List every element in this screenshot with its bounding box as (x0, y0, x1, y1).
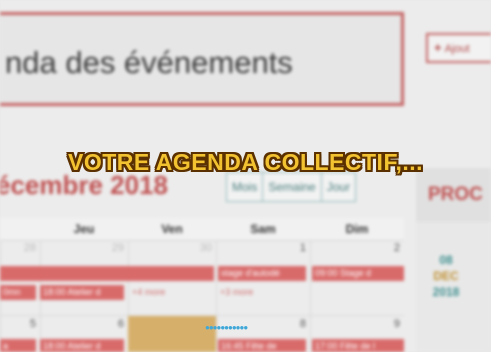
day-header-sat: Sam (216, 218, 310, 241)
day-header-sun: Dim (310, 218, 404, 241)
upcoming-date: 08 DEC 2018 (428, 252, 464, 300)
event-bar[interactable]: a (0, 339, 36, 352)
view-switcher: Mois Semaine Jour (226, 172, 357, 202)
event-bar-multiday[interactable] (0, 266, 214, 281)
more-link[interactable]: +4 more (132, 287, 165, 297)
day-number: 1 (299, 242, 306, 254)
day-number: 28 (23, 242, 36, 254)
loading-dots: ●●●●●●●●●●● (205, 323, 248, 332)
view-week-button[interactable]: Semaine (263, 173, 322, 201)
more-link[interactable]: +3 more (220, 287, 253, 297)
overlay-caption: VOTRE AGENDA COLLECTIF,... (67, 149, 424, 175)
event-bar[interactable]: 18:00 Atelier d (40, 339, 124, 352)
day-header-thu: Jeu (40, 218, 128, 241)
add-event-button[interactable]: + Ajout (426, 33, 491, 63)
day-number: 29 (111, 242, 124, 254)
event-bar[interactable]: 0mn (0, 285, 36, 300)
add-event-label: Ajout (444, 43, 470, 55)
event-bar[interactable]: 17:00 Fête de l (312, 339, 404, 352)
view-day-button[interactable]: Jour (322, 173, 355, 201)
day-number: 2 (393, 242, 400, 254)
day-number: 9 (393, 318, 400, 330)
day-number: 5 (29, 318, 36, 330)
event-bar[interactable]: 16:45 Fête de (218, 339, 306, 352)
day-number: 6 (117, 318, 124, 330)
view-month-button[interactable]: Mois (227, 173, 264, 201)
page-title: nda des événements (5, 45, 293, 80)
upcoming-year: 2018 (432, 285, 460, 299)
day-number: 30 (199, 242, 212, 254)
day-header-fri: Ven (128, 218, 216, 241)
title-card: nda des événements (0, 12, 404, 106)
event-bar[interactable]: 18:00 Atelier d (40, 285, 124, 300)
plus-icon: + (434, 40, 442, 55)
day-number: 8 (299, 318, 306, 330)
event-bar[interactable]: 09:00 Stage d (312, 266, 404, 281)
upcoming-title: PROC (428, 184, 483, 205)
day-header-partial (0, 218, 40, 241)
event-bar[interactable]: stage d'autodé (218, 266, 306, 281)
today-highlight (128, 316, 216, 352)
upcoming-month: DEC (433, 269, 459, 283)
upcoming-day: 08 (439, 253, 453, 267)
screenshot-stage: nda des événements + Ajout écembre 2018 M… (0, 0, 491, 352)
